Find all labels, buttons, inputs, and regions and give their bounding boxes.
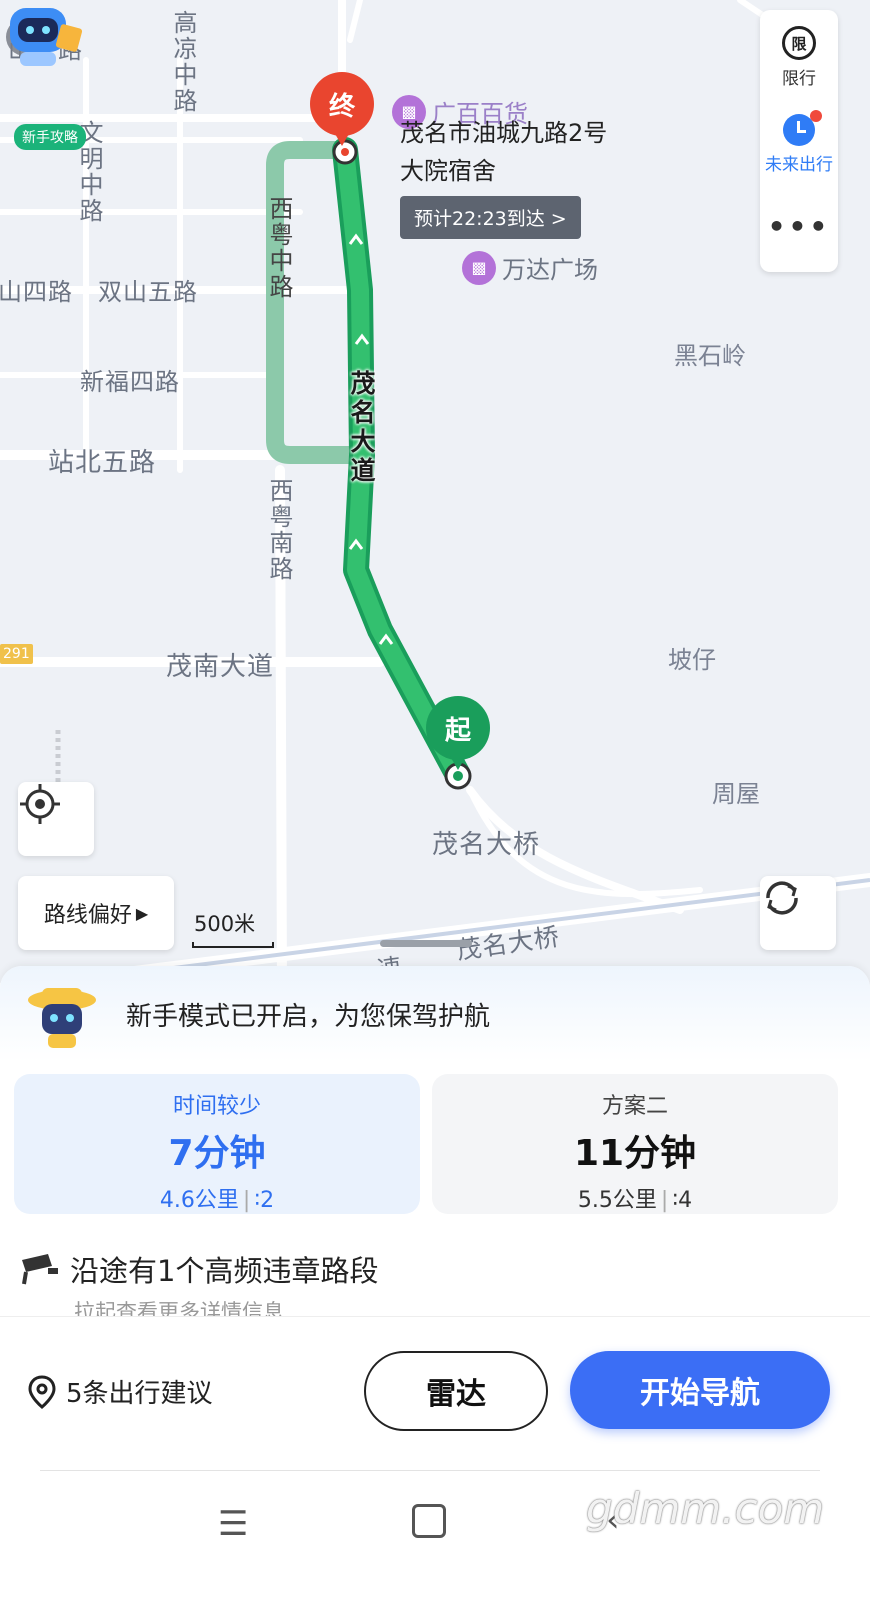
route-option-time: 7分钟 bbox=[168, 1133, 266, 1174]
route-option-lights: 4 bbox=[678, 1188, 693, 1213]
start-navigation-button[interactable]: 开始导航 bbox=[570, 1351, 830, 1429]
action-bar: 5条出行建议 雷达 开始导航 bbox=[0, 1316, 870, 1467]
sheet-drag-handle[interactable] bbox=[380, 940, 472, 947]
end-pin[interactable]: 终 bbox=[310, 72, 374, 146]
robot-mascot-icon[interactable] bbox=[0, 0, 84, 90]
place-zhouwu: 周屋 bbox=[712, 780, 760, 808]
refresh-icon bbox=[766, 881, 798, 915]
road-label-xiyue-zhong: 西粤中路 bbox=[265, 196, 293, 300]
future-travel-label: 未来出行 bbox=[765, 155, 833, 175]
restriction-icon: 限 bbox=[782, 26, 816, 60]
road-label-zhanbei5: 站北五路 bbox=[48, 448, 157, 478]
restriction-button[interactable]: 限 限行 bbox=[760, 26, 838, 89]
poi-wanda-label: 万达广场 bbox=[502, 256, 598, 284]
route-option-distance: 4.6公里 bbox=[159, 1188, 239, 1213]
place-heishiling: 黑石岭 bbox=[674, 342, 746, 370]
destination-name: 茂名市油城九路2号大院宿舍 bbox=[400, 119, 608, 185]
play-arrow-icon: ▶ bbox=[135, 903, 149, 923]
mascot-label[interactable]: 新手攻略 bbox=[14, 124, 86, 150]
more-button[interactable]: ••• bbox=[760, 210, 838, 243]
route-option-2[interactable]: 方案二 11分钟 5.5公里 | ∶4 bbox=[432, 1074, 838, 1214]
road-label-xinfu4: 新福四路 bbox=[80, 368, 180, 396]
location-pin-icon bbox=[28, 1374, 56, 1409]
place-pozai: 坡仔 bbox=[668, 646, 716, 674]
start-pin[interactable]: 起 bbox=[426, 696, 490, 770]
guide-mascot-icon bbox=[28, 988, 96, 1048]
locate-icon bbox=[20, 784, 60, 824]
map-view[interactable]: 山三路 高凉中路 文明中路 山四路 双山五路 新福四路 站北五路 西粤中路 西粤… bbox=[0, 0, 870, 990]
road-label-shuangshan5: 双山五路 bbox=[98, 278, 198, 306]
camera-icon bbox=[22, 1254, 58, 1285]
route-option-1[interactable]: 时间较少 7分钟 4.6公里 | ∶2 bbox=[14, 1074, 420, 1214]
future-travel-button[interactable]: 未来出行 bbox=[760, 114, 838, 175]
violation-warning-sub: 拉起查看更多详情信息 bbox=[74, 1300, 284, 1316]
destination-callout[interactable]: 茂名市油城九路2号大院宿舍 预计22:23到达 > bbox=[400, 114, 620, 239]
notification-dot bbox=[810, 110, 822, 122]
watermark: gdmm.com bbox=[586, 1484, 825, 1533]
locate-button[interactable] bbox=[18, 782, 94, 856]
menu-icon[interactable]: ☰ bbox=[218, 1504, 248, 1544]
scale-bar bbox=[192, 942, 274, 948]
route-preference-label: 路线偏好 bbox=[43, 903, 132, 928]
restriction-label: 限行 bbox=[782, 69, 816, 89]
violation-warning-text: 沿途有1个高频违章路段 bbox=[70, 1254, 379, 1288]
poi-wanda[interactable]: ▩ 万达广场 bbox=[462, 250, 598, 285]
route-option-lights: 2 bbox=[260, 1188, 275, 1213]
road-label-xiyue-nan: 西粤南路 bbox=[265, 478, 293, 582]
travel-suggestions[interactable]: 5条出行建议 bbox=[28, 1373, 213, 1410]
radar-button[interactable]: 雷达 bbox=[364, 1351, 548, 1431]
home-icon[interactable] bbox=[412, 1504, 446, 1538]
more-icon: ••• bbox=[767, 210, 831, 243]
scale-label: 500米 bbox=[194, 912, 256, 936]
refresh-button[interactable] bbox=[760, 876, 836, 950]
travel-suggestions-label: 5条出行建议 bbox=[66, 1379, 213, 1409]
route-option-tag: 方案二 bbox=[601, 1094, 668, 1119]
route-option-tag: 时间较少 bbox=[172, 1094, 261, 1119]
road-label-maoming-bridge: 茂名大桥 bbox=[432, 830, 541, 860]
route-option-meta: 4.6公里 | ∶2 bbox=[159, 1188, 275, 1213]
violation-warning[interactable]: 沿途有1个高频违章路段 bbox=[20, 1248, 378, 1290]
shopping-bag-icon: ▩ bbox=[462, 250, 496, 285]
route-preference-button[interactable]: 路线偏好 ▶ bbox=[18, 876, 174, 950]
route-option-meta: 5.5公里 | ∶4 bbox=[577, 1188, 693, 1213]
route-road-name: 茂名大道 bbox=[347, 370, 376, 486]
road-shield: 291 bbox=[0, 644, 33, 664]
road-label-shan4: 山四路 bbox=[0, 278, 73, 306]
novice-mode-banner: 新手模式已开启，为您保驾护航 bbox=[0, 966, 870, 1062]
end-pin-label: 终 bbox=[328, 91, 355, 122]
novice-mode-text: 新手模式已开启，为您保驾护航 bbox=[126, 1002, 491, 1032]
start-pin-label: 起 bbox=[444, 715, 471, 746]
road-label-maonan: 茂南大道 bbox=[166, 652, 275, 682]
road-label-gaoliang: 高凉中路 bbox=[169, 10, 197, 114]
route-option-distance: 5.5公里 bbox=[577, 1188, 657, 1213]
right-tool-panel: 限 限行 未来出行 ••• bbox=[760, 10, 838, 272]
eta-badge[interactable]: 预计22:23到达 > bbox=[400, 196, 581, 239]
system-nav-bar: ☰ ‹ gdmm.com bbox=[0, 1470, 870, 1600]
route-option-time: 11分钟 bbox=[573, 1133, 697, 1174]
